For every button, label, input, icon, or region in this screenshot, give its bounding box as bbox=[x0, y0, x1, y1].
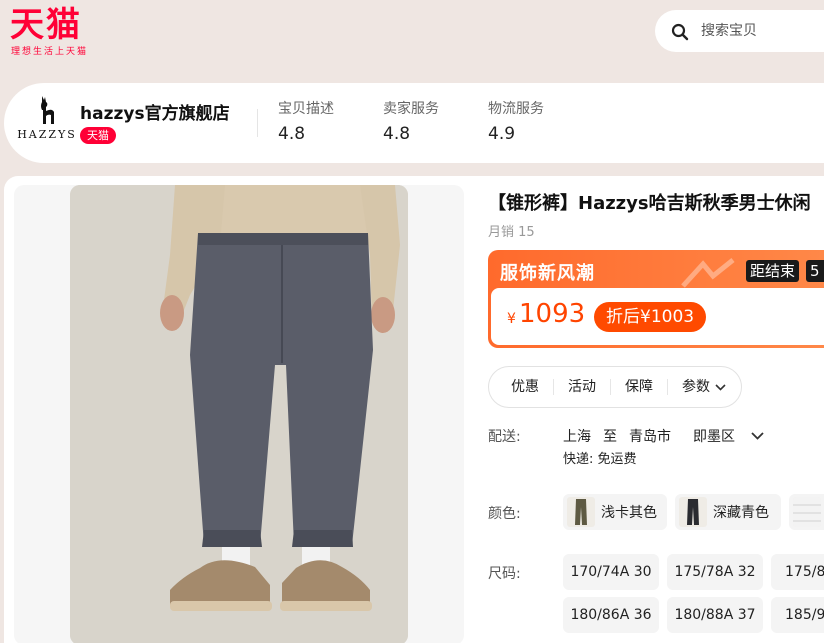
shop-logo[interactable]: HAZZYS bbox=[17, 90, 77, 156]
discounted-price-badge: 折后¥1003 bbox=[594, 302, 707, 332]
size-option[interactable]: 185/92 bbox=[771, 597, 824, 633]
size-option[interactable]: 170/74A 30 bbox=[563, 554, 659, 590]
size-label: 尺码: bbox=[488, 566, 521, 582]
navy-pants-thumbnail bbox=[679, 497, 707, 527]
promo-title: 服饰新风潮 bbox=[500, 263, 595, 284]
product-image-illustration bbox=[70, 185, 408, 643]
shop-name[interactable]: hazzys官方旗舰店 bbox=[80, 99, 230, 124]
tab-params[interactable]: 参数 bbox=[668, 379, 740, 395]
dog-logo-icon bbox=[41, 96, 54, 124]
logo-slogan: 理想生活上天猫 bbox=[11, 47, 89, 57]
tmall-logo[interactable]: 天猫 理想生活上天猫 bbox=[10, 4, 100, 60]
rating-value: 4.9 bbox=[488, 124, 516, 144]
product-gallery[interactable] bbox=[14, 185, 464, 643]
color-option-khaki[interactable]: 浅卡其色 bbox=[563, 494, 667, 530]
ship-city: 青岛市 bbox=[629, 429, 671, 445]
countdown-label: 距结束 bbox=[746, 260, 800, 282]
size-option[interactable]: 180/86A 36 bbox=[563, 597, 659, 633]
tab-discount[interactable]: 优惠 bbox=[497, 379, 554, 395]
rating-value: 4.8 bbox=[278, 124, 306, 144]
logo-text: 天猫 bbox=[10, 5, 82, 45]
tab-activity[interactable]: 活动 bbox=[554, 379, 611, 395]
price-value: 1093 bbox=[519, 299, 586, 329]
shop-card: HAZZYS hazzys官方旗舰店 天猫 宝贝描述 4.8 卖家服务 4.8 … bbox=[4, 83, 824, 163]
divider bbox=[257, 109, 258, 137]
ship-district: 即墨区 bbox=[693, 429, 735, 445]
rating-label: 卖家服务 bbox=[383, 101, 439, 117]
price-currency: ¥ bbox=[507, 311, 516, 327]
rating-label: 宝贝描述 bbox=[278, 101, 334, 117]
color-label: 颜色: bbox=[488, 506, 521, 522]
info-tabs: 优惠 活动 保障 参数 bbox=[488, 366, 742, 408]
rating-value: 4.8 bbox=[383, 124, 411, 144]
rating-logistics: 物流服务 4.9 bbox=[488, 99, 544, 146]
search-box[interactable] bbox=[655, 10, 824, 52]
chevron-down-icon[interactable] bbox=[751, 432, 764, 440]
product-title: 【锥形裤】Hazzys哈吉斯秋季男士休闲 bbox=[488, 193, 811, 214]
price-box: ¥ 1093 折后¥1003 bbox=[491, 288, 824, 345]
shipping-route[interactable]: 上海 至 青岛市 即墨区 bbox=[563, 426, 764, 446]
tmall-badge: 天猫 bbox=[80, 127, 116, 144]
tab-params-label: 参数 bbox=[682, 379, 710, 395]
top-bar: 天猫 理想生活上天猫 bbox=[0, 0, 824, 72]
size-option[interactable]: 180/88A 37 bbox=[667, 597, 763, 633]
promo-banner: 服饰新风潮 距结束 5 ¥ 1093 折后¥1003 bbox=[488, 250, 824, 348]
rating-label: 物流服务 bbox=[488, 101, 544, 117]
search-icon[interactable] bbox=[671, 23, 689, 41]
ship-to-word: 至 bbox=[603, 429, 617, 445]
shop-logo-text: HAZZYS bbox=[17, 128, 77, 141]
color-option-label: 浅卡其色 bbox=[601, 505, 657, 521]
product-panel: 【锥形裤】Hazzys哈吉斯秋季男士休闲 月销 15 服饰新风潮 距结束 5 ¥… bbox=[4, 176, 824, 643]
chevron-down-icon bbox=[715, 383, 726, 391]
pattern-thumbnail bbox=[793, 497, 821, 527]
ship-from: 上海 bbox=[563, 429, 591, 445]
shipping-label: 配送: bbox=[488, 429, 521, 445]
shipping-fee: 快递: 免运费 bbox=[563, 452, 637, 467]
rating-service: 卖家服务 4.8 bbox=[383, 99, 439, 146]
tab-guarantee[interactable]: 保障 bbox=[611, 379, 668, 395]
color-option-navy[interactable]: 深藏青色 bbox=[675, 494, 781, 530]
color-option-label: 深藏青色 bbox=[713, 505, 769, 521]
search-input[interactable] bbox=[701, 21, 824, 41]
color-option-more[interactable] bbox=[789, 494, 824, 530]
rating-description: 宝贝描述 4.8 bbox=[278, 99, 334, 146]
size-option[interactable]: 175/78A 32 bbox=[667, 554, 763, 590]
countdown-value: 5 bbox=[806, 260, 824, 282]
product-photo[interactable] bbox=[70, 185, 408, 643]
promo-decoration-icon bbox=[681, 258, 735, 288]
khaki-pants-thumbnail bbox=[567, 497, 595, 527]
monthly-sales: 月销 15 bbox=[488, 225, 535, 240]
size-option[interactable]: 175/80 bbox=[771, 554, 824, 590]
